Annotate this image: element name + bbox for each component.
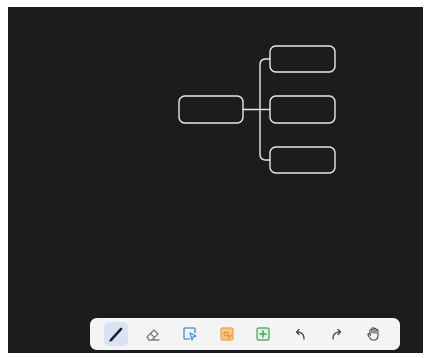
eraser-tool-button[interactable] [141, 322, 165, 346]
undo-button[interactable] [288, 322, 312, 346]
whiteboard-canvas[interactable] [8, 7, 423, 353]
mindmap-root-node[interactable] [178, 95, 244, 124]
hand-icon [366, 327, 379, 341]
drawing-toolbar [90, 318, 400, 350]
pan-tool-button[interactable] [362, 322, 386, 346]
mindmap-child-node-3[interactable] [269, 146, 336, 174]
add-frame-tool-button[interactable] [251, 322, 275, 346]
pen-icon [109, 327, 123, 342]
mindmap-diagram [178, 45, 336, 174]
undo-icon [295, 328, 305, 340]
redo-icon [332, 328, 342, 340]
sticky-note-icon [220, 327, 234, 341]
pen-tool-button[interactable] [104, 322, 129, 346]
add-frame-icon [256, 327, 270, 341]
select-icon [183, 327, 197, 341]
eraser-icon [146, 329, 160, 341]
sticky-note-tool-button[interactable] [215, 322, 239, 346]
mindmap-child-node-1[interactable] [269, 45, 336, 73]
select-tool-button[interactable] [178, 322, 202, 346]
mindmap-child-node-2[interactable] [269, 95, 336, 124]
redo-button[interactable] [325, 322, 349, 346]
